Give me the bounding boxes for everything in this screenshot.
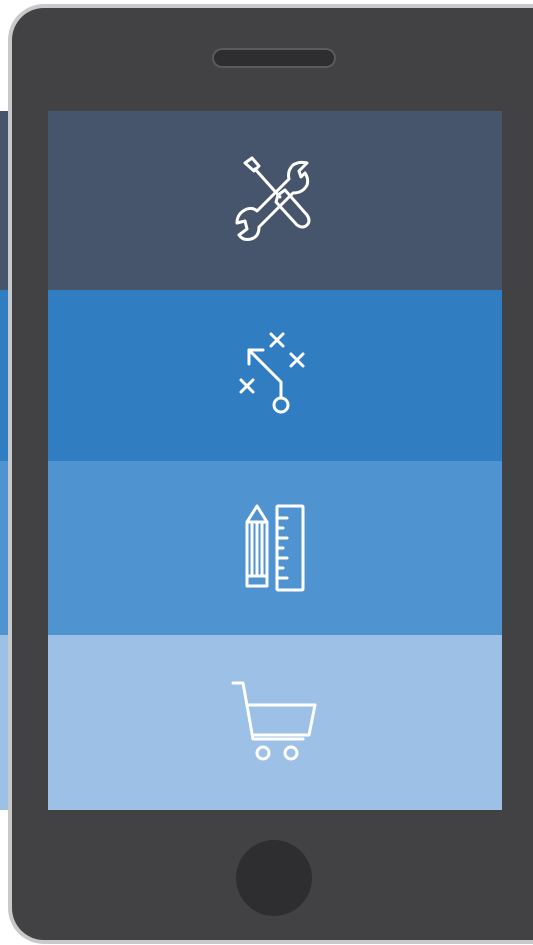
tile-design[interactable] bbox=[48, 461, 502, 635]
phone-screen bbox=[48, 111, 502, 810]
pencil-ruler-icon bbox=[245, 504, 305, 592]
speaker-grille bbox=[212, 48, 336, 68]
tile-strategy[interactable] bbox=[48, 290, 502, 461]
stage bbox=[0, 0, 533, 945]
tile-tools[interactable] bbox=[48, 111, 502, 290]
strategy-play-icon bbox=[239, 332, 305, 413]
shopping-cart-icon bbox=[231, 681, 317, 760]
home-button[interactable] bbox=[236, 840, 312, 916]
tile-shop[interactable] bbox=[48, 635, 502, 810]
tools-wrench-screwdriver-icon bbox=[235, 156, 311, 241]
